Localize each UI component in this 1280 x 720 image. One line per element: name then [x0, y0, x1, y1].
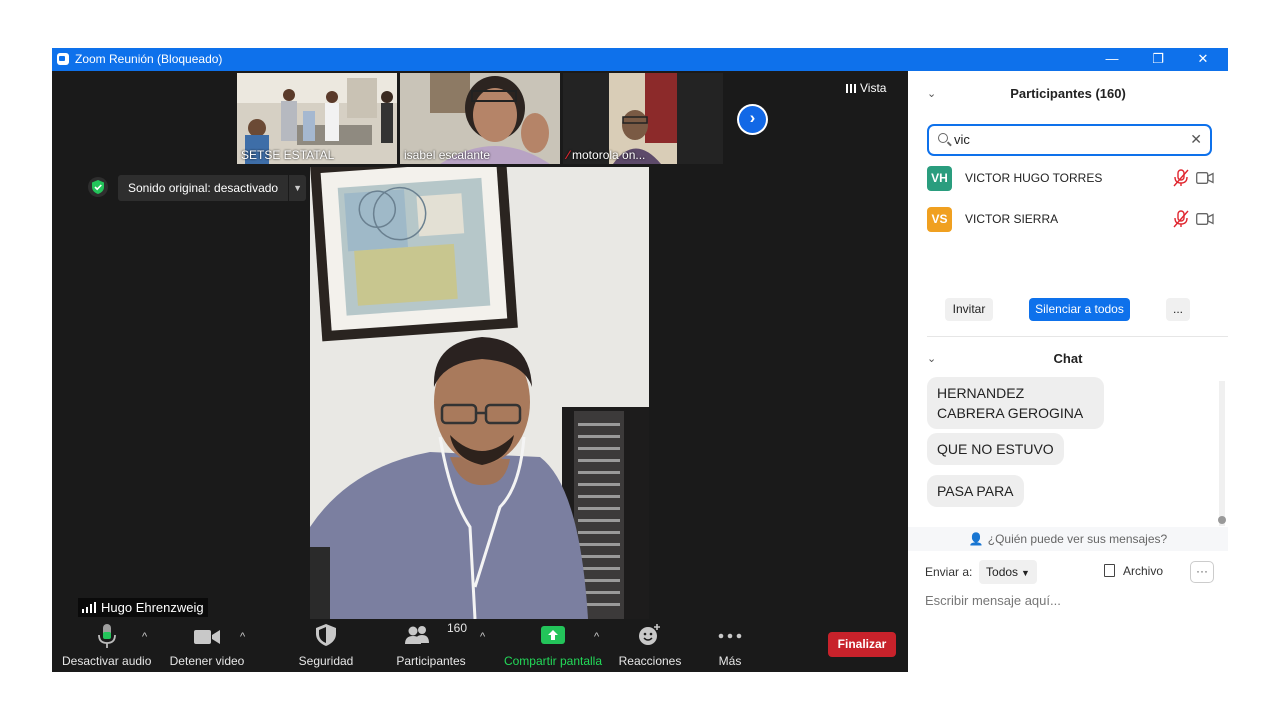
stop-video-button[interactable]: Detener video [166, 621, 248, 668]
caret-down-icon[interactable]: ▼ [288, 175, 306, 201]
share-screen-icon [541, 626, 565, 644]
view-button-label: Vista [860, 81, 887, 95]
video-camera-icon[interactable] [1196, 213, 1214, 225]
grid-icon [846, 84, 856, 93]
participants-label: Participantes [396, 654, 466, 668]
video-camera-icon[interactable] [1196, 172, 1214, 184]
meeting-area: SETSE ESTATAL isabel escalante ⁄ motorol… [52, 71, 908, 672]
active-speaker-label: Hugo Ehrenzweig [78, 598, 208, 617]
signal-bars-icon [82, 602, 97, 613]
shield-check-icon[interactable] [88, 177, 108, 197]
invite-button[interactable]: Invitar [945, 298, 993, 321]
chat-scrollbar[interactable] [1219, 381, 1225, 526]
original-sound-toggle[interactable]: Sonido original: desactivado ▼ [118, 175, 307, 201]
send-to-value: Todos [986, 565, 1019, 579]
mute-all-button[interactable]: Silenciar a todos [1029, 298, 1130, 321]
title-bar: Zoom Reunión (Bloqueado) — ❐ ✕ [52, 48, 1228, 71]
more-button[interactable]: Más [708, 621, 752, 668]
security-label: Seguridad [298, 654, 354, 668]
next-page-button[interactable]: › [737, 104, 768, 135]
participants-button[interactable]: 160 Participantes [394, 621, 468, 668]
reactions-button[interactable]: Reacciones [618, 621, 682, 668]
restore-button[interactable]: ❐ [1135, 48, 1181, 71]
stop-video-label: Detener video [169, 654, 245, 668]
participants-options-chevron[interactable]: ^ [480, 631, 485, 643]
participants-more-button[interactable]: ... [1166, 298, 1190, 321]
participant-search-input[interactable]: vic ✕ [927, 124, 1212, 156]
main-video [310, 167, 649, 619]
mute-button-label: Desactivar audio [62, 654, 152, 668]
end-meeting-button[interactable]: Finalizar [828, 632, 896, 657]
shield-icon [316, 624, 336, 646]
chevron-down-icon: ▼ [1021, 568, 1030, 578]
side-panel: ⌄ Participantes (160) vic ✕ VH VICTOR HU… [908, 71, 1228, 672]
more-dots-icon [718, 633, 742, 639]
avatar: VS [927, 207, 952, 232]
active-speaker-name: Hugo Ehrenzweig [101, 600, 204, 615]
chat-more-button[interactable]: ··· [1190, 561, 1214, 583]
reactions-label: Reacciones [618, 654, 682, 668]
audio-options-chevron[interactable]: ^ [142, 631, 147, 643]
minimize-button[interactable]: — [1089, 48, 1135, 71]
emoji-icon [639, 624, 660, 645]
original-sound-label: Sonido original: desactivado [128, 181, 279, 195]
participants-icon [405, 626, 429, 644]
panel-divider [927, 336, 1228, 337]
zoom-window: Zoom Reunión (Bloqueado) — ❐ ✕ SETSE EST… [52, 48, 1228, 672]
thumbnail-name-wrap: ⁄ motorola on... [567, 148, 645, 162]
search-value: vic [954, 132, 970, 147]
thumbnail-name: isabel escalante [404, 148, 491, 162]
video-options-chevron[interactable]: ^ [240, 631, 245, 643]
mute-button[interactable]: Desactivar audio [62, 621, 151, 668]
window-title: Zoom Reunión (Bloqueado) [75, 52, 223, 66]
thumbnail-name: motorola on... [572, 148, 646, 162]
muted-mic-icon: ⁄ [567, 148, 570, 162]
share-screen-button[interactable]: Compartir pantalla [502, 621, 604, 668]
view-button[interactable]: Vista [846, 81, 886, 95]
chat-message: PASA PARA [927, 475, 1024, 507]
chat-panel-title: Chat [1053, 351, 1083, 366]
people-lock-icon: 👤 [968, 532, 984, 546]
video-thumbnail[interactable]: isabel escalante [400, 73, 560, 164]
speaker-video-image [310, 167, 649, 619]
search-icon [938, 133, 948, 143]
video-thumbnail[interactable]: ⁄ motorola on... [563, 73, 723, 164]
participant-name: VICTOR SIERRA [965, 212, 1059, 226]
file-button[interactable]: Archivo [1104, 564, 1163, 578]
chat-message: HERNANDEZ CABRERA GEROGINA [927, 377, 1104, 429]
microphone-icon [97, 624, 116, 648]
chat-message: QUE NO ESTUVO [927, 433, 1064, 465]
chevron-right-icon: › [749, 108, 756, 127]
video-thumbnail[interactable]: SETSE ESTATAL [237, 73, 397, 164]
more-label: Más [718, 654, 742, 668]
file-icon [1104, 564, 1115, 577]
share-screen-label: Compartir pantalla [503, 654, 603, 668]
collapse-chat-chevron-icon[interactable]: ⌄ [927, 352, 936, 365]
send-to-select[interactable]: Todos ▼ [979, 560, 1037, 584]
video-camera-icon [194, 630, 220, 644]
close-button[interactable]: ✕ [1180, 48, 1226, 71]
thumbnail-name: SETSE ESTATAL [241, 148, 335, 162]
share-options-chevron[interactable]: ^ [594, 631, 599, 643]
zoom-logo-icon [57, 53, 69, 65]
participants-count: 160 [447, 621, 468, 635]
chat-message-input[interactable]: Escribir mensaje aquí... [925, 593, 1061, 608]
message-visibility-text: ¿Quién puede ver sus mensajes? [987, 532, 1168, 546]
security-button[interactable]: Seguridad [292, 621, 360, 668]
participant-name: VICTOR HUGO TORRES [965, 171, 1103, 185]
file-button-label: Archivo [1123, 564, 1164, 578]
clear-search-icon[interactable]: ✕ [1190, 131, 1202, 148]
participant-row[interactable]: VS VICTOR SIERRA [927, 207, 1217, 233]
send-to-label: Enviar a: [925, 565, 973, 579]
avatar: VH [927, 166, 952, 191]
participants-panel-title: Participantes (160) [1010, 86, 1126, 101]
participant-row[interactable]: VH VICTOR HUGO TORRES [927, 166, 1217, 192]
muted-mic-icon[interactable] [1173, 210, 1189, 228]
collapse-participants-chevron-icon[interactable]: ⌄ [927, 87, 936, 100]
muted-mic-icon[interactable] [1173, 169, 1189, 187]
message-visibility-link[interactable]: 👤 ¿Quién puede ver sus mensajes? [908, 527, 1228, 551]
chat-scrollbar-thumb[interactable] [1218, 516, 1226, 524]
